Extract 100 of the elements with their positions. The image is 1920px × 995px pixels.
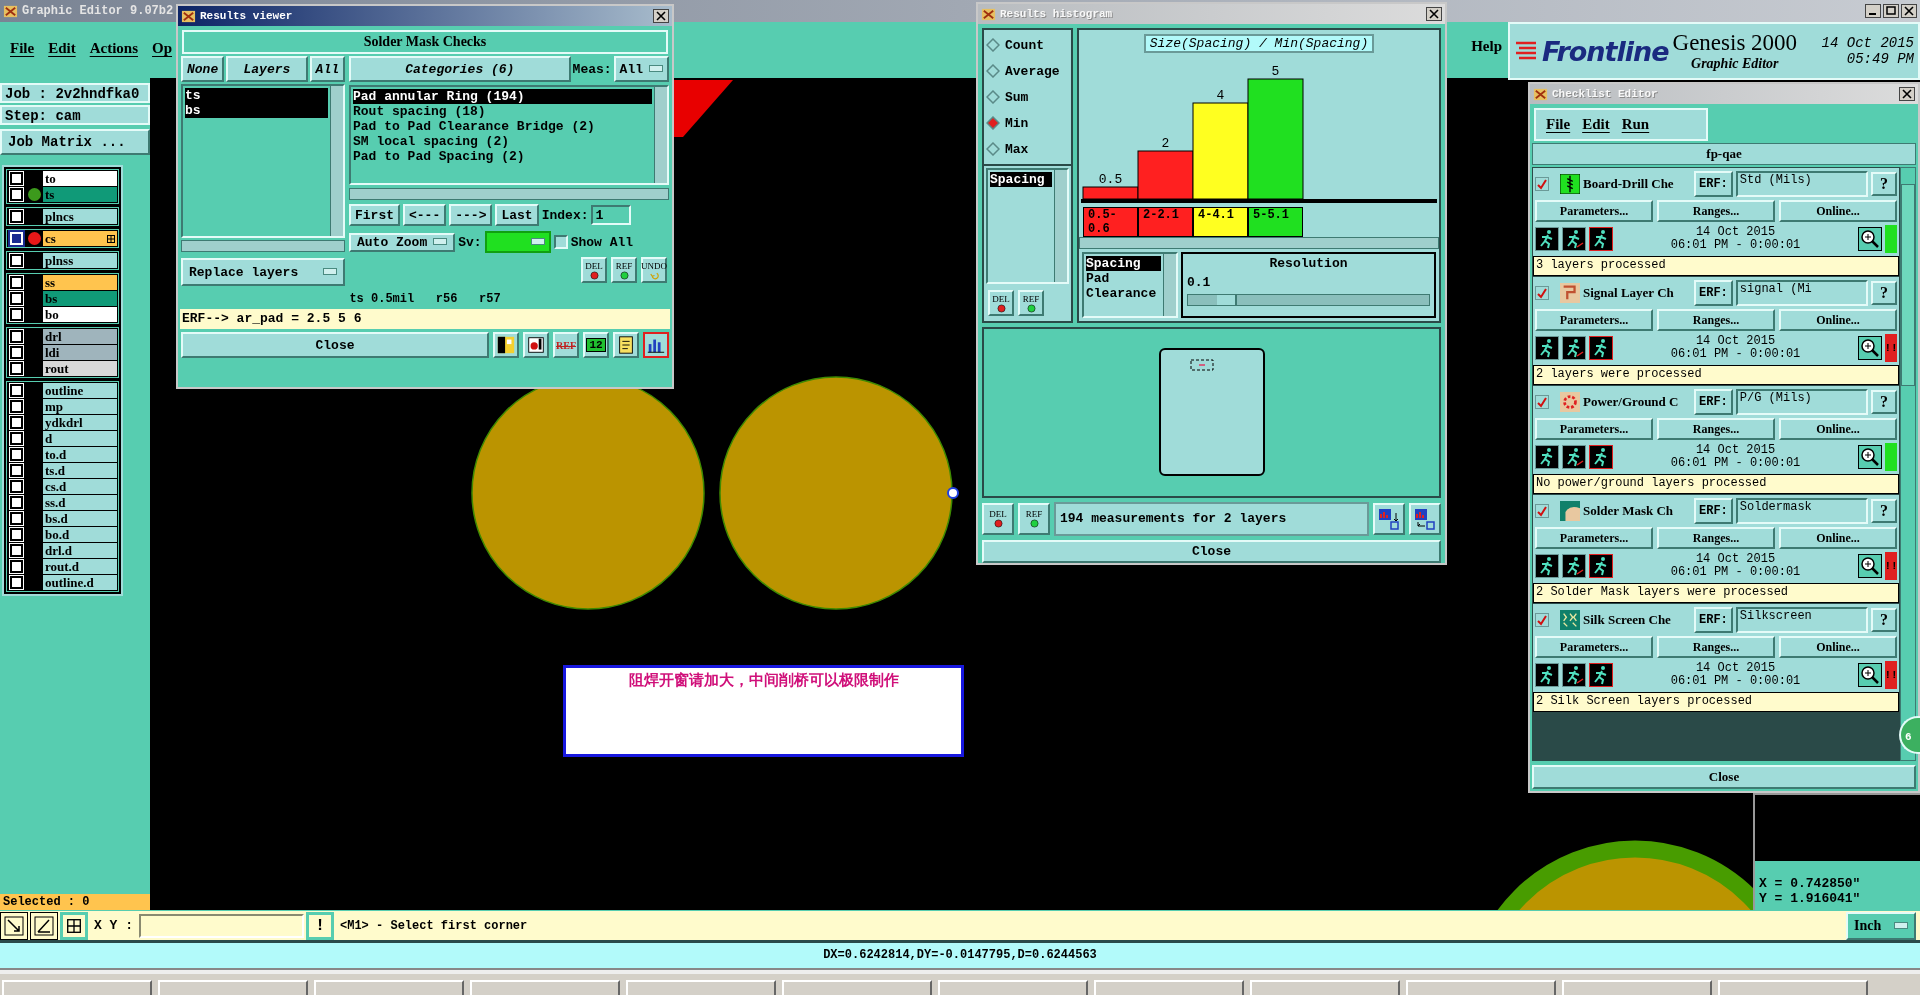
runner-icon[interactable] bbox=[1589, 445, 1613, 469]
list-item[interactable]: Pad annular Ring (194) bbox=[353, 89, 652, 104]
runner-icon[interactable] bbox=[1535, 663, 1559, 687]
grid-button[interactable] bbox=[60, 911, 88, 940]
ref-button[interactable]: REF bbox=[1018, 502, 1050, 535]
action-option-button[interactable]: Ranges... bbox=[1657, 418, 1775, 440]
magnifier-icon[interactable] bbox=[1858, 445, 1882, 469]
maximize-icon[interactable] bbox=[1883, 4, 1899, 18]
menu-item[interactable]: Edit bbox=[48, 40, 76, 57]
navigation-button[interactable]: <--- bbox=[403, 204, 447, 226]
scrollbar[interactable] bbox=[349, 188, 669, 200]
close-icon[interactable] bbox=[1899, 87, 1915, 101]
layer-filter-button[interactable]: None bbox=[181, 56, 225, 82]
ref-button[interactable]: REF bbox=[611, 257, 637, 283]
minimize-icon[interactable] bbox=[1865, 4, 1881, 18]
close-icon[interactable] bbox=[1901, 4, 1917, 18]
layer-field[interactable]: d bbox=[43, 431, 117, 446]
histogram-tool-button[interactable] bbox=[643, 332, 669, 358]
import-chart-button[interactable] bbox=[1409, 502, 1441, 535]
runner-icon[interactable] bbox=[1535, 445, 1559, 469]
units-dropdown[interactable]: Inch bbox=[1846, 911, 1916, 940]
erf-button[interactable]: ERF: bbox=[1694, 389, 1733, 415]
layer-checkbox[interactable] bbox=[10, 480, 23, 493]
scrollbar[interactable] bbox=[1163, 254, 1176, 316]
action-option-button[interactable]: Online... bbox=[1779, 636, 1897, 658]
measure-button[interactable] bbox=[30, 911, 58, 940]
layer-field[interactable]: bs bbox=[43, 291, 117, 306]
action-checkbox[interactable] bbox=[1535, 395, 1549, 409]
action-checkbox[interactable] bbox=[1535, 613, 1549, 627]
layer-checkbox[interactable] bbox=[10, 560, 23, 573]
export-chart-button[interactable] bbox=[1373, 502, 1405, 535]
job-matrix-button[interactable]: Job Matrix ... bbox=[0, 129, 150, 155]
erf-button[interactable]: ERF: bbox=[1694, 171, 1733, 197]
layer-field[interactable]: bo bbox=[43, 307, 117, 322]
layer-checkbox[interactable] bbox=[10, 210, 23, 223]
zoom-mode-dropdown[interactable]: Auto Zoom bbox=[349, 232, 456, 252]
action-option-button[interactable]: Parameters... bbox=[1535, 527, 1653, 549]
meas-dropdown[interactable]: All bbox=[613, 56, 669, 82]
action-option-button[interactable]: Parameters... bbox=[1535, 636, 1653, 658]
erf-button[interactable]: ERF: bbox=[1694, 280, 1733, 306]
layer-checkbox[interactable] bbox=[10, 172, 23, 185]
erf-field[interactable]: Silkscreen bbox=[1735, 607, 1868, 633]
runner-icon[interactable] bbox=[1589, 227, 1613, 251]
severity-dropdown[interactable] bbox=[484, 231, 551, 253]
del-button[interactable]: DEL bbox=[988, 290, 1014, 316]
layer-field[interactable]: plnss bbox=[43, 253, 117, 268]
layer-field[interactable]: to.d bbox=[43, 447, 117, 462]
runner-icon[interactable] bbox=[1562, 554, 1586, 578]
help-button[interactable]: ? bbox=[1871, 499, 1897, 523]
action-option-button[interactable]: Ranges... bbox=[1657, 309, 1775, 331]
layer-checkbox[interactable] bbox=[10, 308, 23, 321]
magnifier-icon[interactable] bbox=[1858, 663, 1882, 687]
del-button[interactable]: DEL bbox=[581, 257, 607, 283]
layer-field[interactable]: ldi bbox=[43, 345, 117, 360]
scrollbar[interactable] bbox=[330, 86, 343, 236]
runner-icon[interactable] bbox=[1589, 663, 1613, 687]
layer-field[interactable]: bo.d bbox=[43, 527, 117, 542]
action-checkbox[interactable] bbox=[1535, 177, 1549, 191]
histogram-bar[interactable] bbox=[1137, 150, 1194, 200]
runner-icon[interactable] bbox=[1535, 554, 1559, 578]
layer-field[interactable]: ts bbox=[43, 187, 117, 202]
runner-icon[interactable] bbox=[1562, 663, 1586, 687]
list-item[interactable]: Pad bbox=[1086, 271, 1161, 286]
layer-checkbox[interactable] bbox=[10, 528, 23, 541]
layer-checkbox[interactable] bbox=[10, 576, 23, 589]
layer-field[interactable]: rout.d bbox=[43, 559, 117, 574]
menu-item[interactable]: File bbox=[1546, 116, 1571, 133]
xy-input-field[interactable] bbox=[139, 913, 304, 938]
help-menu[interactable]: Help bbox=[1471, 38, 1502, 55]
layer-field[interactable]: drl bbox=[43, 329, 117, 344]
layer-field[interactable]: ts.d bbox=[43, 463, 117, 478]
action-option-button[interactable]: Ranges... bbox=[1657, 200, 1775, 222]
radio-button[interactable] bbox=[986, 38, 1000, 52]
list-item[interactable]: Spacing bbox=[1086, 256, 1161, 271]
scrollbar[interactable] bbox=[654, 87, 667, 183]
numbers-tool-button[interactable]: 12 bbox=[583, 332, 609, 358]
layer-field[interactable]: ydkdrl bbox=[43, 415, 117, 430]
erf-button[interactable]: ERF: bbox=[1694, 607, 1733, 633]
index-field[interactable]: 1 bbox=[591, 205, 632, 225]
navigation-button[interactable]: ---> bbox=[449, 204, 493, 226]
layer-checkbox[interactable] bbox=[10, 416, 23, 429]
runner-icon[interactable] bbox=[1562, 227, 1586, 251]
action-option-button[interactable]: Online... bbox=[1779, 418, 1897, 440]
layer-field[interactable]: cs.d bbox=[43, 479, 117, 494]
layer-checkbox[interactable] bbox=[10, 292, 23, 305]
layer-field[interactable]: to bbox=[43, 171, 117, 186]
action-option-button[interactable]: Online... bbox=[1779, 527, 1897, 549]
erf-field[interactable]: signal (Mi bbox=[1735, 280, 1868, 306]
layer-field[interactable]: plncs bbox=[43, 209, 117, 224]
undo-button[interactable]: UNDO bbox=[641, 257, 667, 283]
slider-thumb[interactable] bbox=[1216, 295, 1237, 305]
radio-button[interactable] bbox=[986, 90, 1000, 104]
list-item[interactable]: bs bbox=[185, 103, 328, 118]
layer-checkbox[interactable] bbox=[10, 254, 23, 267]
layer-field[interactable]: ss bbox=[43, 275, 117, 290]
list-item[interactable]: Spacing bbox=[990, 172, 1052, 187]
histogram-bar[interactable] bbox=[1082, 186, 1139, 200]
magnifier-icon[interactable] bbox=[1858, 554, 1882, 578]
layer-field[interactable]: cs bbox=[43, 231, 117, 246]
ref-tool-button[interactable]: REF bbox=[553, 332, 579, 358]
